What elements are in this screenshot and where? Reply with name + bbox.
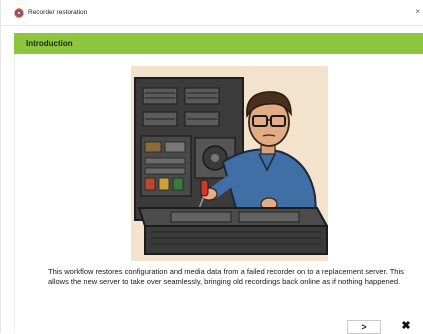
- window-title: Recorder restoration: [28, 9, 88, 16]
- title-bar: Recorder restoration ×: [1, 0, 423, 26]
- step-title: Introduction: [26, 39, 73, 48]
- wizard-window: Recorder restoration × Introduction This…: [0, 0, 423, 334]
- step-header: Introduction: [14, 33, 423, 54]
- cancel-close-icon[interactable]: ✖: [396, 320, 416, 334]
- intro-description: This workflow restores configuration and…: [48, 267, 404, 286]
- app-icon: [14, 8, 24, 18]
- technician-illustration: [131, 66, 328, 261]
- window-close-icon[interactable]: ×: [415, 7, 420, 17]
- content-area: This workflow restores configuration and…: [14, 54, 423, 333]
- next-button[interactable]: >: [347, 320, 381, 334]
- wizard-footer: > ✖: [14, 318, 423, 334]
